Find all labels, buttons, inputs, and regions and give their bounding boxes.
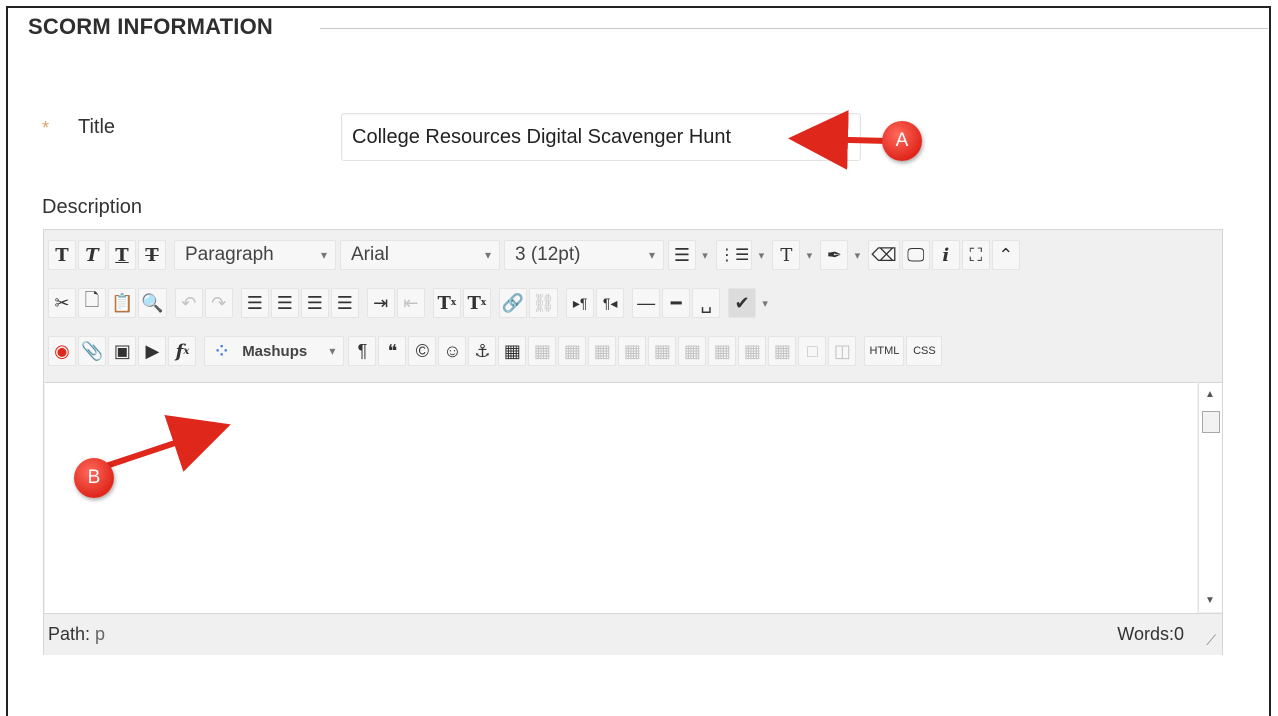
arrow-a xyxy=(788,109,889,170)
annotation-arrows xyxy=(99,109,889,472)
callout-b: B xyxy=(74,458,114,498)
callout-a: A xyxy=(882,121,922,161)
arrow-b xyxy=(99,414,231,472)
